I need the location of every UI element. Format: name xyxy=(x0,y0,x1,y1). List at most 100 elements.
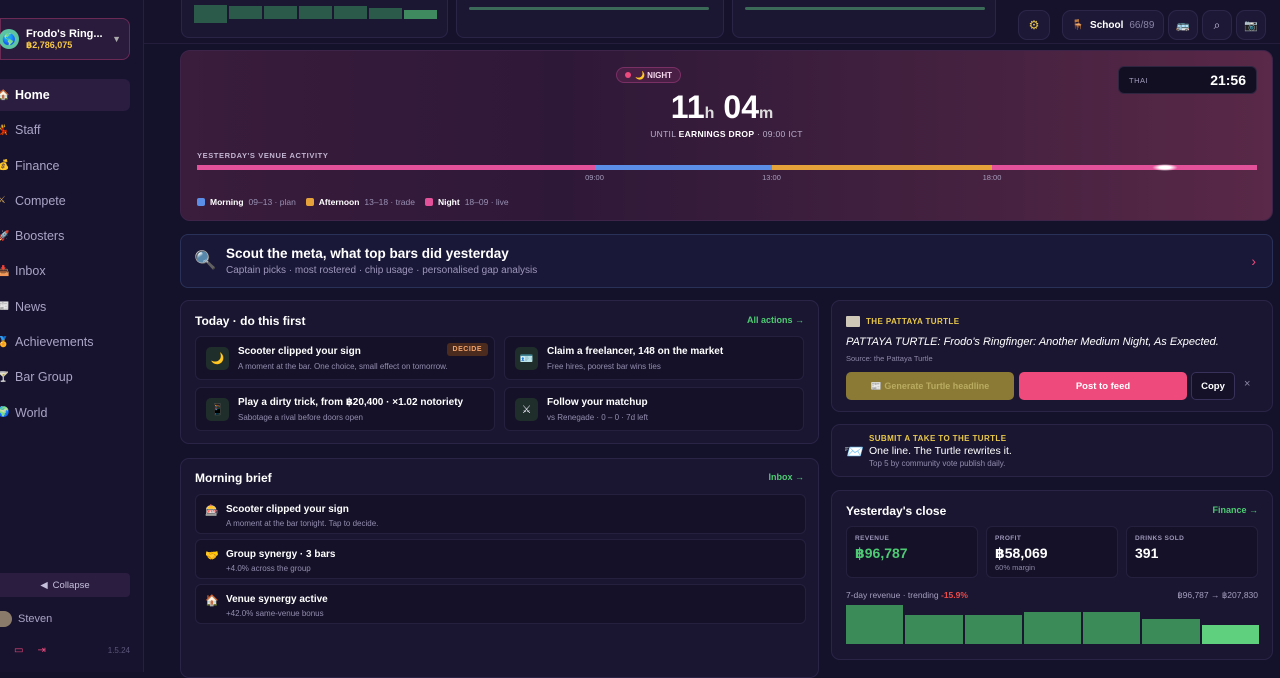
revenue-bar xyxy=(1201,625,1259,644)
legend-swatch xyxy=(424,198,433,206)
action-icon: 📱 xyxy=(206,398,229,421)
close-title: Yesterday's close xyxy=(846,504,947,518)
sidebar-item-news[interactable]: 📰 News xyxy=(0,291,130,323)
phase-label: 🌙 NIGHT xyxy=(635,70,673,80)
turtle-tag-label: THE PATTAYA TURTLE xyxy=(866,317,960,326)
settings-button[interactable]: ⚙ xyxy=(1018,10,1050,40)
phase-badge: 🌙 NIGHT xyxy=(616,67,682,83)
finance-link[interactable]: Finance → xyxy=(1212,505,1258,515)
chat-icon[interactable]: ▭ xyxy=(14,645,23,656)
nav-label: World xyxy=(15,405,48,420)
magnifier-icon: 🔍 xyxy=(194,250,217,270)
yesterday-close-panel: Yesterday's close Finance → REVENUE ฿96,7… xyxy=(831,490,1273,660)
stat-card-revenue: REVENUE ฿96,787 xyxy=(846,526,978,578)
sidebar-item-bar-group[interactable]: 🍸 Bar Group xyxy=(0,361,130,393)
top-card-activity[interactable] xyxy=(181,0,448,38)
nav-icon: 💰 xyxy=(0,160,10,172)
sidebar-item-home[interactable]: 🏠 Home xyxy=(0,79,130,111)
all-actions-link[interactable]: All actions → xyxy=(747,315,804,325)
timeline-tick: 18:00 xyxy=(982,173,1002,182)
today-panel: Today · do this first All actions → 🌙 Sco… xyxy=(180,300,819,444)
sidebar-item-boosters[interactable]: 🚀 Boosters xyxy=(0,220,130,252)
close-icon[interactable]: × xyxy=(1244,378,1250,390)
sidebar-footer: ▭ ⇥ 1.5.24 xyxy=(14,645,130,656)
nav-icon: 🚀 xyxy=(0,230,10,242)
legend-detail: 09–13 · plan xyxy=(248,197,296,207)
turtle-headline: PATTAYA TURTLE: Frodo's Ringfinger: Anot… xyxy=(846,336,1219,348)
revenue-bar xyxy=(1142,619,1200,644)
timeline-segment xyxy=(771,165,992,170)
night-countdown-panel: 🌙 NIGHT 11h 04m UNTIL EARNINGS DROP · 09:… xyxy=(180,50,1273,221)
until-time: · 09:00 ICT xyxy=(756,129,803,139)
brief-subtitle: +42.0% same-venue bonus xyxy=(226,609,324,618)
brief-title: Group synergy · 3 bars xyxy=(226,549,336,560)
revenue-bar xyxy=(1023,612,1082,644)
bar-name: Frodo's Ring... xyxy=(26,27,103,40)
sidebar-item-finance[interactable]: 💰 Finance xyxy=(0,150,130,182)
take-sub: Top 5 by community vote publish daily. xyxy=(869,459,1006,468)
sidebar-item-staff[interactable]: 💃 Staff xyxy=(0,114,130,146)
nav-label: Compete xyxy=(15,193,66,208)
school-icon: 🪑 xyxy=(1071,19,1085,31)
nav-label: Staff xyxy=(15,123,41,138)
sidebar-item-inbox[interactable]: 📥 Inbox xyxy=(0,255,130,287)
avatar xyxy=(0,611,12,627)
today-title: Today · do this first xyxy=(195,314,306,328)
revenue-bar xyxy=(905,615,963,644)
collapse-button[interactable]: ◀ Collapse xyxy=(0,573,130,597)
camera-icon: 📷 xyxy=(1244,19,1258,32)
trend-label: 7-day revenue · trending xyxy=(846,590,939,600)
logout-icon[interactable]: ⇥ xyxy=(37,645,45,656)
sidebar-nav: 🏠 Home 💃 Staff 💰 Finance ⚔ Compete 🚀 Boosters 📥 Inb… xyxy=(0,79,130,432)
nav-icon: 💃 xyxy=(0,124,10,136)
scout-meta-banner[interactable]: 🔍 Scout the meta, what top bars did yest… xyxy=(180,234,1273,288)
mini-bar xyxy=(229,6,262,19)
revenue-range: ฿96,787 → ฿207,830 xyxy=(1177,590,1258,600)
nav-label: News xyxy=(15,299,47,314)
post-to-feed-button[interactable]: Post to feed xyxy=(1019,372,1187,400)
legend-name: Night xyxy=(437,197,460,207)
action-card[interactable]: 🪪 Claim a freelancer, 148 on the market Fr… xyxy=(504,336,804,380)
copy-button[interactable]: Copy xyxy=(1191,372,1235,400)
decide-badge: DECIDE xyxy=(446,343,488,356)
venue-button[interactable]: 🚌 xyxy=(1168,10,1198,40)
screenshot-button[interactable]: 📷 xyxy=(1236,10,1266,40)
bar-switcher[interactable]: 🌎 Frodo's Ring... ฿2,786,075 ▼ xyxy=(0,18,130,60)
legend-swatch xyxy=(197,198,205,206)
action-card[interactable]: 🌙 Scooter clipped your sign A moment at th… xyxy=(195,336,495,380)
sidebar-item-world[interactable]: 🌍 World xyxy=(0,397,130,429)
school-button[interactable]: 🪑 School 66/89 xyxy=(1062,10,1164,40)
minutes-unit: m xyxy=(758,105,774,122)
countdown-minutes: 04 xyxy=(723,89,759,125)
top-card-progress-1[interactable] xyxy=(456,0,724,38)
submit-take-panel[interactable]: 📨 SUBMIT A TAKE TO THE TURTLE One line. … xyxy=(831,424,1273,477)
stat-value: ฿96,787 xyxy=(855,545,908,561)
brief-item[interactable]: 🏠 Venue synergy active +42.0% same-venue b… xyxy=(195,584,806,624)
user-profile[interactable]: Steven xyxy=(0,611,52,627)
stat-note: 60% margin xyxy=(995,563,1036,572)
action-card[interactable]: ⚔ Follow your matchup vs Renegade · 0 – 0 … xyxy=(504,387,804,431)
inbox-link[interactable]: Inbox → xyxy=(769,472,805,482)
sidebar-item-achievements[interactable]: 🏅 Achievements xyxy=(0,326,130,358)
search-button[interactable]: ⌕ xyxy=(1202,10,1232,40)
action-icon: ⚔ xyxy=(515,398,538,421)
action-title: Scooter clipped your sign xyxy=(238,346,361,357)
legend-name: Morning xyxy=(210,197,244,207)
nav-label: Boosters xyxy=(15,229,65,244)
envelope-icon: 📨 xyxy=(844,444,864,461)
sidebar-item-compete[interactable]: ⚔ Compete xyxy=(0,185,130,217)
brief-item[interactable]: 🎰 Scooter clipped your sign A moment at th… xyxy=(195,494,806,534)
timeline-segment xyxy=(197,165,595,170)
timeline-tick: 13:00 xyxy=(762,173,781,182)
timeline-legend: Morning 09–13 · plan Afternoon 13–18 · trad… xyxy=(197,197,509,207)
scout-title: Scout the meta, what top bars did yester… xyxy=(226,246,509,261)
generate-headline-button[interactable]: 📰 Generate Turtle headline xyxy=(846,372,1014,400)
nav-icon: ⚔ xyxy=(0,195,6,207)
brief-item[interactable]: 🤝 Group synergy · 3 bars +4.0% across the … xyxy=(195,539,806,579)
action-title: Play a dirty trick, from ฿20,400 · ×1.02… xyxy=(238,397,464,408)
action-card[interactable]: 📱 Play a dirty trick, from ฿20,400 · ×1.0… xyxy=(195,387,495,431)
stat-label: REVENUE xyxy=(855,535,890,542)
nav-label: Inbox xyxy=(15,264,46,279)
legend-detail: 18–09 · live xyxy=(464,197,509,207)
top-card-progress-2[interactable] xyxy=(732,0,996,38)
